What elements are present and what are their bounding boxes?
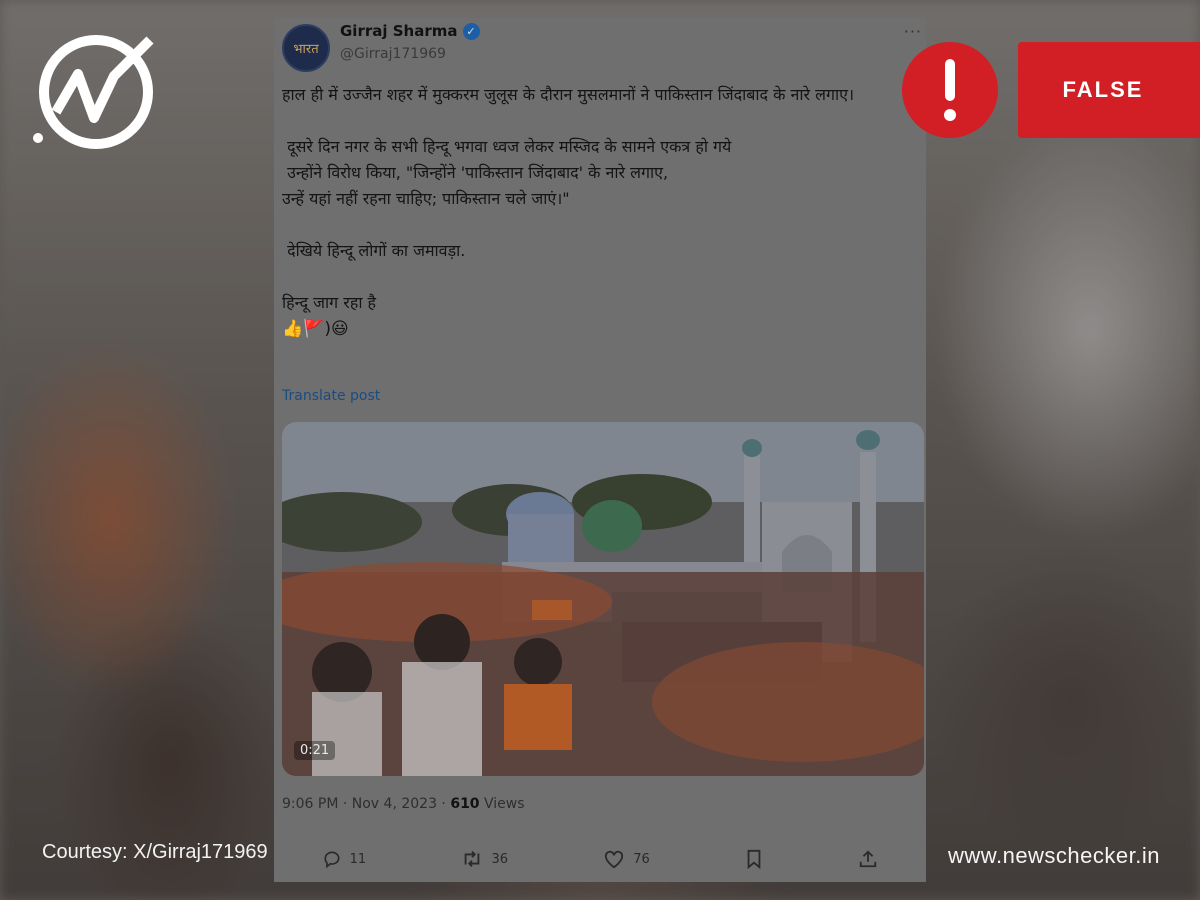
- video-player[interactable]: 0:21: [282, 422, 924, 776]
- emoji-line: 👍🚩)😃: [282, 319, 349, 339]
- verdict-label: FALSE: [1018, 42, 1200, 138]
- author-name[interactable]: Girraj Sharma: [340, 22, 458, 40]
- repost-button[interactable]: 36: [461, 849, 508, 869]
- action-bar: 11 36 76: [274, 844, 926, 874]
- views-count: 610: [450, 796, 480, 812]
- reply-icon: [324, 851, 340, 869]
- like-count: 76: [633, 851, 650, 867]
- share-icon: [860, 850, 877, 868]
- newschecker-logo-icon: [33, 35, 154, 149]
- repost-count: 36: [491, 851, 508, 867]
- tweet-card: भारत Girraj Sharma ✓ @Girraj171969 ··· ह…: [274, 18, 926, 882]
- translate-post-link[interactable]: Translate post: [282, 388, 380, 404]
- bookmark-icon: [747, 849, 761, 869]
- tweet-paragraph: हिन्दू जाग रहा है: [282, 293, 377, 312]
- tweet-paragraph: देखिये हिन्दू लोगों का जमावड़ा.: [282, 241, 466, 260]
- bookmark-button[interactable]: [745, 849, 763, 869]
- reply-count: 11: [349, 851, 367, 867]
- tweet-meta: 9:06 PM · Nov 4, 2023 · 610 Views: [282, 796, 525, 812]
- site-url: www.newschecker.in: [948, 843, 1160, 868]
- views-label: Views: [479, 796, 525, 812]
- verified-icon: ✓: [462, 22, 480, 40]
- tweet-paragraph: हाल ही में उज्जैन शहर में मुक्करम जुलूस …: [282, 85, 855, 104]
- tweet-body: हाल ही में उज्जैन शहर में मुक्करम जुलूस …: [282, 82, 912, 342]
- warning-badge: [902, 42, 998, 138]
- repost-icon: [465, 851, 480, 867]
- timestamp[interactable]: 9:06 PM · Nov 4, 2023 ·: [282, 796, 450, 812]
- author-row: Girraj Sharma ✓: [340, 22, 480, 40]
- like-button[interactable]: 76: [603, 849, 650, 869]
- tweet-paragraph: दूसरे दिन नगर के सभी हिन्दू भगवा ध्वज ले…: [282, 137, 732, 208]
- author-handle[interactable]: @Girraj171969: [340, 46, 446, 62]
- reply-button[interactable]: 11: [322, 849, 367, 869]
- like-icon: [605, 850, 624, 869]
- share-button[interactable]: [858, 849, 878, 869]
- more-icon[interactable]: ···: [904, 22, 922, 41]
- courtesy-caption: Courtesy: X/Girraj171969: [42, 841, 268, 863]
- exclamation-icon: [944, 59, 956, 121]
- video-duration: 0:21: [294, 741, 336, 760]
- video-thumbnail: [282, 422, 924, 776]
- avatar[interactable]: भारत: [282, 24, 330, 72]
